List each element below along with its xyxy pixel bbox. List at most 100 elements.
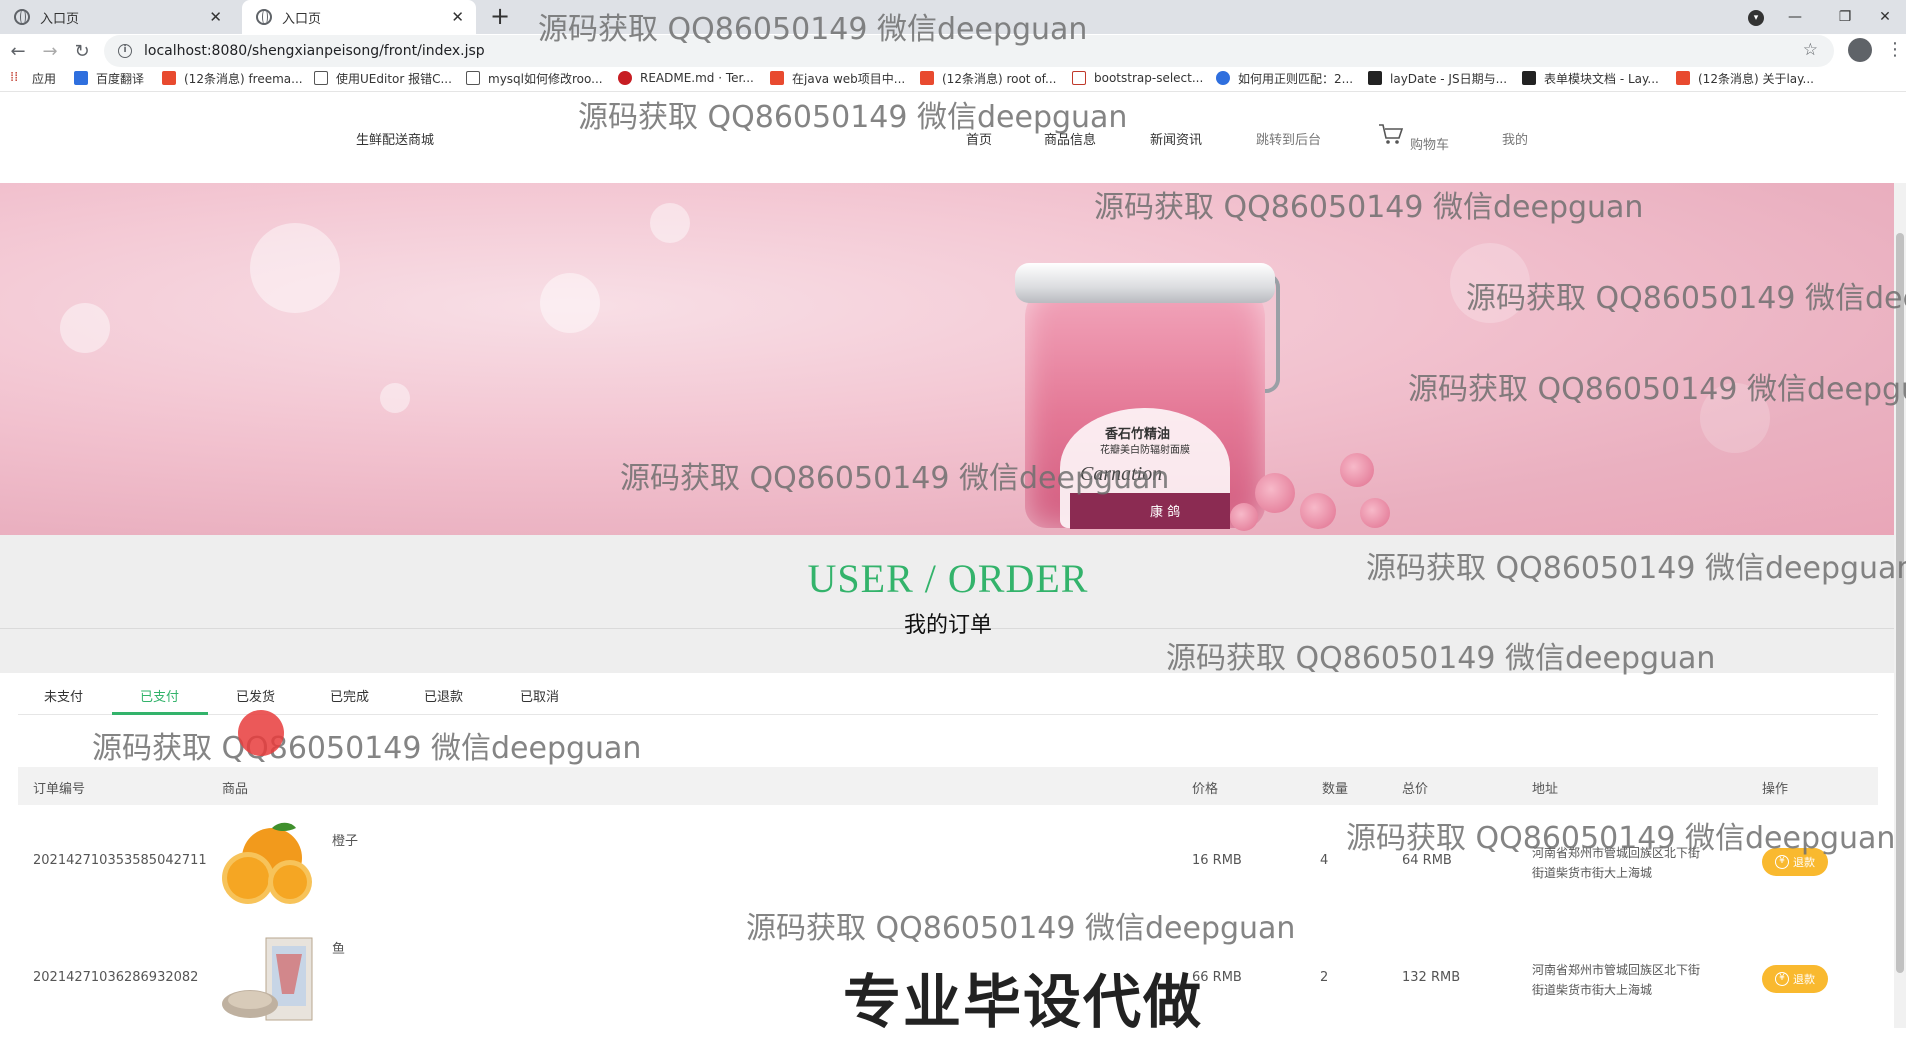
rose-decoration	[1300, 493, 1336, 529]
nav-mine[interactable]: 我的	[1502, 129, 1528, 148]
nav-cart[interactable]: 购物车	[1410, 134, 1449, 153]
product-name[interactable]: 鱼	[332, 938, 345, 957]
total-price: 132 RMB	[1402, 970, 1461, 985]
bookmark-item[interactable]: ⁞⁞ 应用	[10, 68, 56, 88]
close-icon[interactable]: ✕	[209, 8, 222, 26]
column-header: 数量	[1322, 782, 1349, 797]
menu-dots-icon[interactable]: ⋮	[1886, 39, 1904, 60]
column-header: 总价	[1402, 782, 1429, 797]
refund-button[interactable]: ¥ 退款	[1762, 965, 1828, 993]
bokeh-light	[650, 203, 690, 243]
bookmark-item[interactable]: 表单模块文档 - Lay...	[1522, 68, 1659, 88]
bookmark-item[interactable]: layDate - JS日期与...	[1368, 68, 1507, 88]
fish-product-image[interactable]	[220, 934, 316, 1026]
restore-icon[interactable]: ❐	[1824, 0, 1866, 34]
url-text: localhost:8080/shengxianpeisong/front/in…	[144, 43, 485, 59]
bokeh-light	[380, 383, 410, 413]
tab-completed[interactable]: 已完成	[330, 686, 369, 705]
close-window-icon[interactable]: ✕	[1864, 0, 1906, 34]
product-name[interactable]: 橙子	[332, 830, 358, 849]
rose-decoration	[1360, 498, 1390, 528]
new-tab-icon[interactable]: +	[490, 2, 510, 30]
watermark-text: 源码获取 QQ86050149 微信deepguan	[578, 100, 1128, 135]
bookmark-item[interactable]: bootstrap-select...	[1072, 68, 1203, 88]
site-brand[interactable]: 生鲜配送商城	[356, 129, 434, 148]
address-line: 街道柴货市街大上海城	[1532, 983, 1653, 997]
order-status-tabs: 未支付 已支付 已发货 已完成 已退款 已取消	[18, 673, 1878, 715]
nav-admin[interactable]: 跳转到后台	[1256, 129, 1321, 148]
quantity: 4	[1320, 853, 1329, 868]
bookmark-label: README.md · Ter...	[640, 71, 754, 85]
bookmark-label: (12条消息) root of...	[942, 71, 1057, 86]
bookmark-item[interactable]: 百度翻译	[74, 68, 144, 88]
browser-tab-2[interactable]: 入口页 ✕	[242, 0, 476, 34]
jar-base-text: 康 鸽	[1150, 505, 1181, 520]
close-icon[interactable]: ✕	[451, 8, 464, 26]
address-line: 河南省郑州市管城回族区北下街	[1532, 963, 1701, 977]
bookmark-label: 应用	[32, 71, 57, 86]
layui-icon	[1368, 71, 1382, 85]
profile-down-icon[interactable]: ▾	[1748, 10, 1764, 26]
watermark-text: 源码获取 QQ86050149 微信deepguan	[1346, 821, 1896, 856]
info-icon[interactable]: i	[118, 44, 132, 58]
bookmark-item[interactable]: 如何用正则匹配：2...	[1216, 68, 1353, 88]
column-header: 价格	[1192, 782, 1219, 797]
bookmark-item[interactable]: (12条消息) 关于lay...	[1676, 68, 1814, 88]
globe-icon	[14, 9, 30, 25]
column-header: 操作	[1762, 782, 1789, 797]
tab-title: 入口页	[282, 11, 322, 27]
bookmark-item[interactable]: 在java web项目中...	[770, 68, 905, 88]
promo-overlay-text: 专业毕设代做	[843, 968, 1204, 1036]
browser-tab-1[interactable]: 入口页 ✕	[0, 0, 234, 34]
translate-icon	[74, 71, 88, 85]
table-header: 订单编号 商品 价格 数量 总价 地址 操作	[18, 767, 1878, 805]
rose-decoration	[1255, 473, 1295, 513]
bookmark-item[interactable]: mysql如何修改roo...	[466, 68, 603, 88]
tab-refunded[interactable]: 已退款	[424, 686, 463, 705]
bookmark-label: 表单模块文档 - Lay...	[1544, 71, 1659, 86]
csdn-icon	[920, 71, 934, 85]
globe-icon	[256, 9, 272, 25]
tab-paid[interactable]: 已支付	[140, 686, 179, 705]
tab-unpaid[interactable]: 未支付	[44, 686, 83, 705]
rose-decoration	[1340, 453, 1374, 487]
account-icon[interactable]	[1848, 38, 1872, 62]
bookmark-icon	[466, 71, 480, 85]
bookmark-label: mysql如何修改roo...	[488, 71, 603, 86]
back-icon[interactable]: ←	[4, 37, 32, 65]
orange-product-image[interactable]	[220, 816, 316, 908]
column-header: 地址	[1532, 782, 1559, 797]
watermark-text: 源码获取 QQ86050149 微信deepgu	[1408, 372, 1906, 407]
tab-cancelled[interactable]: 已取消	[520, 686, 559, 705]
nav-news[interactable]: 新闻资讯	[1150, 129, 1202, 148]
bookmark-icon	[314, 71, 328, 85]
reload-icon[interactable]: ↻	[68, 37, 96, 65]
mouse-cursor-indicator	[238, 710, 284, 756]
quantity: 2	[1320, 970, 1329, 985]
tab-title: 入口页	[40, 11, 80, 27]
jar-lid	[1015, 263, 1275, 303]
bokeh-light	[540, 273, 600, 333]
star-icon[interactable]: ☆	[1803, 40, 1818, 60]
cart-icon[interactable]	[1378, 123, 1404, 145]
scrollbar-thumb[interactable]	[1896, 233, 1904, 973]
bookmark-item[interactable]: (12条消息) freema...	[162, 68, 303, 88]
bookmark-label: (12条消息) freema...	[184, 71, 303, 86]
bookmark-label: (12条消息) 关于lay...	[1698, 71, 1814, 86]
bookmark-item[interactable]: README.md · Ter...	[618, 68, 754, 88]
bookmark-item[interactable]: (12条消息) root of...	[920, 68, 1056, 88]
tab-shipped[interactable]: 已发货	[236, 686, 275, 705]
watermark-text: 源码获取 QQ86050149 微信deepguan	[620, 461, 1170, 496]
address-line: 街道柴货市街大上海城	[1532, 866, 1653, 880]
bookmark-label: bootstrap-select...	[1094, 71, 1204, 85]
watermark-text: 源码获取 QQ86050149 微信deepguan	[746, 911, 1296, 946]
apps-grid-icon: ⁞⁞	[10, 70, 19, 85]
bookmark-item[interactable]: 使用UEditor 报错C...	[314, 68, 452, 88]
watermark-text: 源码获取 QQ86050149 微信deepguan	[1366, 551, 1906, 586]
forward-icon[interactable]: →	[36, 37, 64, 65]
rose-decoration	[1230, 503, 1258, 531]
minimize-icon[interactable]: —	[1774, 0, 1816, 34]
watermark-text: 源码获取 QQ86050149 微信deepguan	[538, 12, 1088, 47]
order-number: 20214271036286932082	[33, 970, 199, 985]
yen-icon: ¥	[1775, 855, 1789, 869]
